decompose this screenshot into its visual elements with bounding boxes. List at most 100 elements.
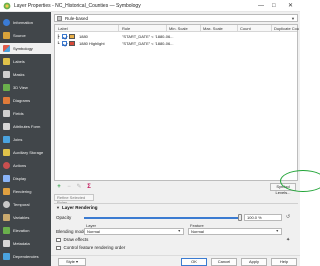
layer-rendering-header[interactable]: ▼ Layer Rendering [54, 203, 298, 210]
sidebar-item-label: Temporal [13, 202, 30, 207]
renderer-dropdown[interactable]: Rule-based ▼ [54, 14, 298, 22]
properties-sidebar: Information Source Symbology Labels Mask… [0, 12, 51, 266]
style-button[interactable]: Style ▾ [58, 258, 86, 266]
rule-row[interactable]: ┗ 1880 Highlight "START_DATE" < '1880-06… [55, 40, 297, 47]
rules-header: Label Rule Min. Scale Max. Scale Count D… [55, 25, 299, 32]
sidebar-item-metadata[interactable]: Metadata [0, 238, 51, 249]
sidebar-item-diagrams[interactable]: Diagrams [0, 95, 51, 106]
rule-checkbox[interactable] [62, 34, 67, 39]
rendering-icon [3, 188, 10, 195]
cancel-button[interactable]: Cancel [211, 258, 237, 266]
3d-view-icon [3, 84, 10, 91]
chevron-down-icon: ▼ [291, 16, 295, 21]
diagrams-icon [3, 97, 10, 104]
add-rule-button[interactable]: + [55, 183, 63, 191]
close-button[interactable]: ✕ [288, 3, 293, 9]
sidebar-item-labels[interactable]: Labels [0, 56, 51, 67]
rule-label: 1880 Highlight [79, 41, 105, 46]
edit-rule-button[interactable]: ✎ [75, 183, 83, 191]
opacity-spinbox[interactable]: 100.0 % [244, 214, 282, 221]
qgis-logo-icon [3, 2, 11, 10]
sidebar-item-label: Joins [13, 137, 23, 142]
sidebar-item-label: Information [13, 20, 34, 25]
sidebar-item-label: Actions [13, 163, 27, 168]
info-icon [3, 19, 10, 26]
paint-effects-icon[interactable]: ✦ [286, 237, 290, 243]
column-separator [166, 25, 167, 32]
column-separator [118, 25, 119, 32]
opacity-label: Opacity [56, 215, 72, 220]
rule-expression: "START_DATE" < '1880-06... [122, 41, 174, 46]
sidebar-item-symbology[interactable]: Symbology [0, 43, 51, 54]
column-header-count[interactable]: Count [240, 26, 251, 31]
dialog-button-bar: Style ▾ OK Cancel Apply Help [51, 255, 300, 266]
remove-rule-button[interactable]: − [65, 183, 73, 191]
feature-blend-dropdown[interactable]: Normal ▼ [188, 228, 282, 235]
sidebar-item-label: Attributes Form [13, 124, 41, 129]
opacity-slider[interactable] [84, 217, 240, 219]
sidebar-item-display[interactable]: Display [0, 173, 51, 184]
control-rendering-order-checkbox[interactable]: Control feature rendering order [56, 245, 125, 251]
joins-icon [3, 136, 10, 143]
temporal-icon [3, 201, 10, 208]
sidebar-item-dependencies[interactable]: Dependencies [0, 251, 51, 262]
column-header-label[interactable]: Label [58, 26, 68, 31]
attributes-form-icon [3, 123, 10, 130]
checkbox-box[interactable] [56, 237, 61, 243]
sidebar-item-label: Fields [13, 111, 24, 116]
rule-checkbox[interactable] [62, 41, 67, 46]
sidebar-item-source[interactable]: Source [0, 30, 51, 41]
column-header-rule[interactable]: Rule [122, 26, 130, 31]
symbol-swatch[interactable] [69, 41, 75, 46]
sidebar-item-actions[interactable]: Actions [0, 160, 51, 171]
ok-button[interactable]: OK [181, 258, 207, 266]
sidebar-item-label: Display [13, 176, 27, 181]
maximize-button[interactable]: □ [272, 3, 276, 9]
sidebar-item-label: Auxiliary Storage [13, 150, 44, 155]
opacity-slider-handle[interactable] [238, 214, 242, 221]
title-bar: Layer Properties - NC_Historical_Countie… [0, 0, 300, 12]
rules-toolbar: + − ✎ Σ Symbol Levels... [54, 183, 298, 195]
symbol-swatch[interactable] [69, 34, 75, 39]
sidebar-item-label: Dependencies [13, 254, 39, 259]
sidebar-item-rendering[interactable]: Rendering [0, 186, 51, 197]
blending-mode-label: Blending mode [56, 229, 87, 234]
sidebar-item-attributes-form[interactable]: Attributes Form [0, 121, 51, 132]
elevation-icon [3, 227, 10, 234]
sidebar-item-3d-view[interactable]: 3D View [0, 82, 51, 93]
dependencies-icon [3, 253, 10, 260]
sigma-icon[interactable]: Σ [85, 183, 93, 191]
display-icon [3, 175, 10, 182]
sidebar-item-label: Masks [13, 72, 25, 77]
column-header-duplicate-count[interactable]: Duplicate Cou [274, 26, 299, 31]
rule-label: 1880 [79, 34, 88, 39]
sidebar-item-information[interactable]: Information [0, 17, 51, 28]
style-button-label: Style [65, 259, 75, 264]
help-button[interactable]: Help [271, 258, 297, 266]
column-header-max-scale[interactable]: Max. Scale [203, 26, 223, 31]
sidebar-item-elevation[interactable]: Elevation [0, 225, 51, 236]
auxiliary-storage-icon [3, 149, 10, 156]
draw-effects-checkbox[interactable]: Draw effects [56, 237, 88, 243]
chevron-down-icon: ▼ [275, 229, 279, 233]
sidebar-item-label: Rendering [13, 189, 32, 194]
apply-button[interactable]: Apply [241, 258, 267, 266]
feature-blend-value: Normal [191, 229, 204, 234]
sidebar-item-label: Elevation [13, 228, 30, 233]
column-header-min-scale[interactable]: Min. Scale [169, 26, 188, 31]
refine-selected-rules-button[interactable]: Refine Selected Rules [54, 194, 94, 205]
sidebar-item-temporal[interactable]: Temporal [0, 199, 51, 210]
layer-blend-dropdown[interactable]: Normal ▼ [84, 228, 184, 235]
minimize-button[interactable]: — [258, 3, 264, 9]
symbology-panel: Rule-based ▼ Label Rule Min. Scale Max. … [51, 12, 320, 266]
sidebar-item-fields[interactable]: Fields [0, 108, 51, 119]
sidebar-item-joins[interactable]: Joins [0, 134, 51, 145]
sidebar-item-auxiliary-storage[interactable]: Auxiliary Storage [0, 147, 51, 158]
checkbox-box[interactable] [56, 245, 61, 251]
rule-row[interactable]: ┣ 1880 "START_DATE" < '1880-06... [55, 33, 297, 40]
reset-icon[interactable]: ↺ [286, 214, 290, 220]
sidebar-item-masks[interactable]: Masks [0, 69, 51, 80]
chevron-down-icon: ▼ [177, 229, 181, 233]
sidebar-item-variables[interactable]: Variables [0, 212, 51, 223]
variables-icon [3, 214, 10, 221]
